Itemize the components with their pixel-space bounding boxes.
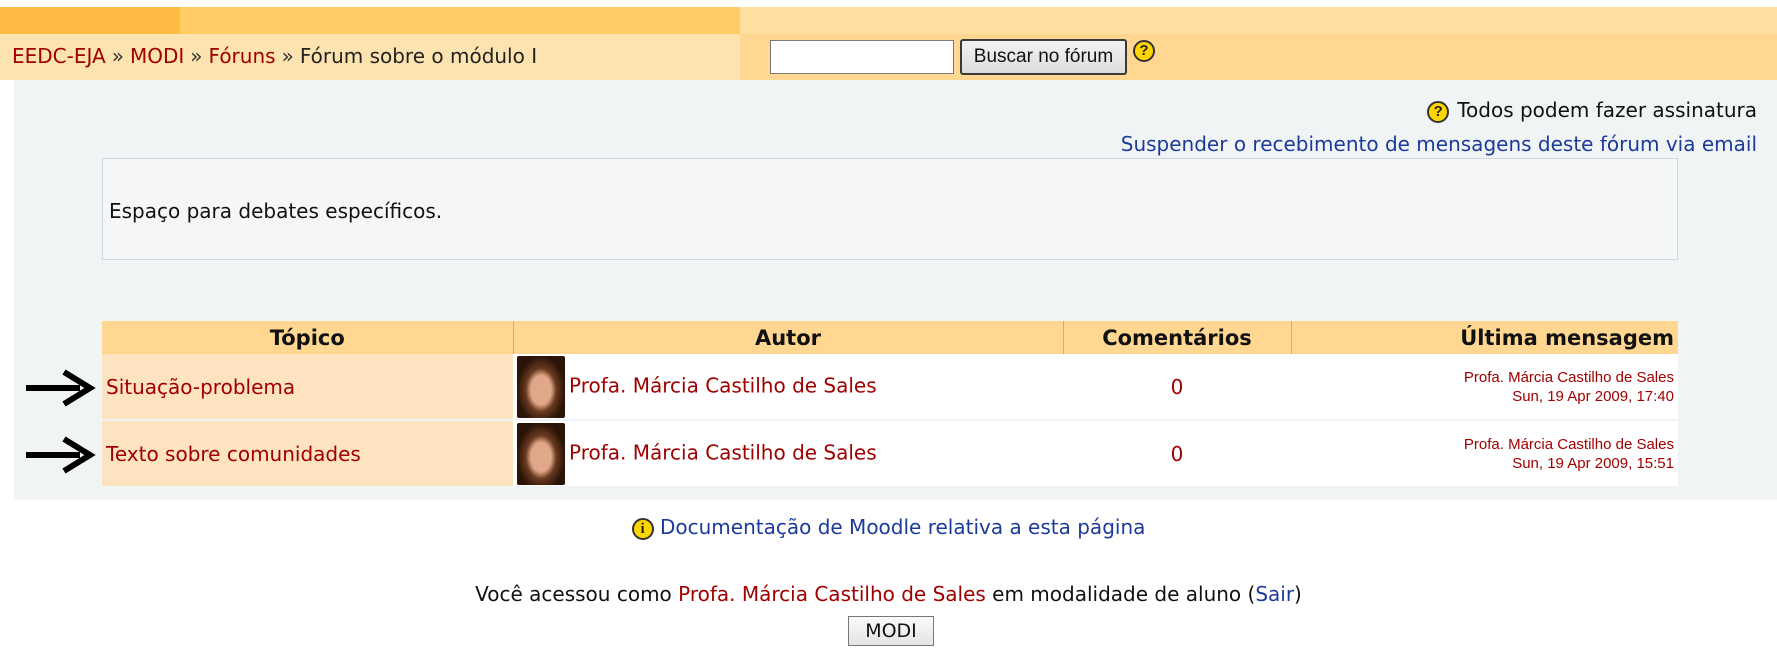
comments-link[interactable]: 0 (1171, 375, 1184, 399)
table-header-row: Tópico Autor Comentários Última mensagem (102, 321, 1678, 354)
author-link[interactable]: Profa. Márcia Castilho de Sales (569, 373, 877, 397)
author-cell: Profa. Márcia Castilho de Sales (513, 354, 1063, 421)
table-row: Situação-problema Profa. Márcia Castilho… (102, 354, 1678, 421)
breadcrumb-link-course[interactable]: EEDC-EJA (12, 44, 106, 68)
comments-link[interactable]: 0 (1171, 442, 1184, 466)
unsubscribe-link[interactable]: Suspender o recebimento de mensagens des… (1121, 132, 1757, 156)
subscription-help-icon[interactable]: ? (1427, 100, 1450, 123)
last-post-author-link[interactable]: Profa. Márcia Castilho de Sales (1464, 369, 1674, 386)
logout-link[interactable]: Sair (1255, 582, 1294, 606)
topic-cell: Situação-problema (102, 354, 513, 421)
breadcrumb-link-forums[interactable]: Fóruns (209, 44, 276, 68)
search-help-icon[interactable]: ? (1133, 40, 1155, 62)
last-post-cell: Profa. Márcia Castilho de Sales Sun, 19 A… (1291, 354, 1678, 421)
breadcrumb: EEDC-EJA» MODI» Fóruns» Fórum sobre o módul… (12, 44, 537, 68)
login-prefix: Você acessou como (475, 582, 672, 606)
forum-intro-box: Espaço para debates específicos. (102, 158, 1678, 260)
comments-count: 0 (1063, 420, 1291, 488)
banner-segment (180, 7, 740, 34)
comments-count: 0 (1063, 354, 1291, 421)
last-post-date-link[interactable]: Sun, 19 Apr 2009, 17:40 (1512, 388, 1674, 405)
logged-user-link[interactable]: Profa. Márcia Castilho de Sales (678, 582, 986, 606)
navigation-bar: EEDC-EJA» MODI» Fóruns» Fórum sobre o módul… (0, 34, 1777, 80)
login-info: Você acessou como Profa. Márcia Castilho… (0, 582, 1777, 606)
breadcrumb-separator: » (190, 44, 203, 68)
avatar[interactable] (517, 422, 565, 485)
author-link[interactable]: Profa. Márcia Castilho de Sales (569, 440, 877, 464)
subscription-mode-text: Todos podem fazer assinatura (1457, 98, 1757, 122)
forum-intro-text: Espaço para debates específicos. (109, 199, 443, 223)
unsubscribe-row: Suspender o recebimento de mensagens des… (1121, 132, 1757, 156)
page: EEDC-EJA» MODI» Fóruns» Fórum sobre o módul… (0, 0, 1777, 658)
top-banner-strip (0, 7, 1777, 34)
topic-link[interactable]: Texto sobre comunidades (106, 442, 361, 466)
column-header-comments[interactable]: Comentários (1063, 321, 1292, 354)
breadcrumb-current-page: Fórum sobre o módulo I (299, 44, 538, 68)
column-header-author[interactable]: Autor (513, 321, 1064, 354)
breadcrumb-link-category[interactable]: MODI (130, 44, 184, 68)
column-header-topic[interactable]: Tópico (102, 321, 514, 354)
last-post-cell: Profa. Márcia Castilho de Sales Sun, 19 A… (1291, 420, 1678, 488)
moodle-docs-link[interactable]: Documentação de Moodle relativa a esta p… (660, 515, 1145, 539)
moodle-docs-row: i Documentação de Moodle relativa a esta… (0, 515, 1777, 540)
info-icon: i (631, 517, 654, 540)
search-forum-button[interactable]: Buscar no fórum (960, 39, 1127, 75)
annotation-arrow-icon (26, 436, 96, 474)
last-post-author-link[interactable]: Profa. Márcia Castilho de Sales (1464, 436, 1674, 453)
subscription-mode: ? Todos podem fazer assinatura (1427, 98, 1757, 123)
course-home-button[interactable]: MODI (848, 616, 934, 646)
avatar[interactable] (517, 355, 565, 418)
last-post-date-link[interactable]: Sun, 19 Apr 2009, 15:51 (1512, 455, 1674, 472)
banner-segment (0, 7, 180, 34)
annotation-arrow-icon (26, 369, 96, 407)
breadcrumb-separator: » (281, 44, 294, 68)
topic-link[interactable]: Situação-problema (106, 375, 295, 399)
topic-cell: Texto sobre comunidades (102, 420, 513, 488)
author-cell: Profa. Márcia Castilho de Sales (513, 420, 1063, 488)
column-header-last-post[interactable]: Última mensagem (1291, 321, 1678, 354)
login-suffix: ) (1294, 582, 1302, 606)
forum-search-input[interactable] (770, 40, 954, 74)
breadcrumb-separator: » (111, 44, 124, 68)
discussion-table: Tópico Autor Comentários Última mensagem… (102, 321, 1678, 488)
table-row: Texto sobre comunidades Profa. Márcia Ca… (102, 420, 1678, 488)
login-middle: em modalidade de aluno ( (992, 582, 1256, 606)
